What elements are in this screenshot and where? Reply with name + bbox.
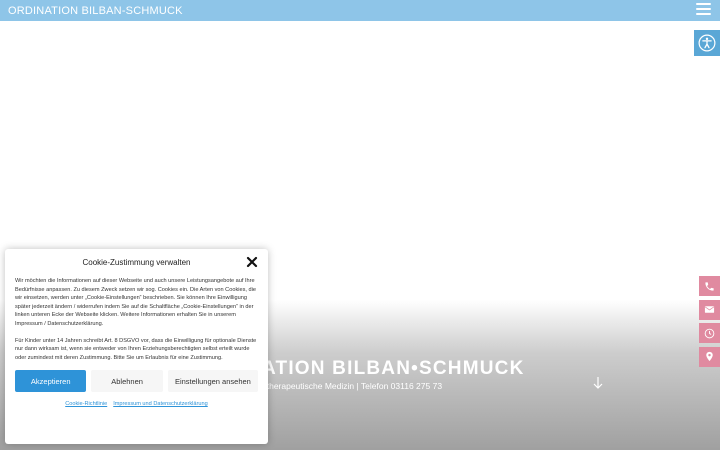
top-bar: ORDINATION BILBAN-SCHMUCK <box>0 0 720 21</box>
accessibility-button[interactable] <box>694 30 720 56</box>
cookie-text: Wir möchten die Informationen auf dieser… <box>15 277 258 362</box>
cookie-consent-dialog: Cookie-Zustimmung verwalten Wir möchten … <box>5 249 268 444</box>
phone-icon <box>705 281 714 291</box>
accept-button[interactable]: Akzeptieren <box>15 370 87 393</box>
cookie-header: Cookie-Zustimmung verwalten <box>15 249 258 275</box>
cookie-policy-link[interactable]: Cookie-Richtlinie <box>65 401 107 407</box>
clock-icon <box>704 328 715 338</box>
imprint-privacy-link[interactable]: Impressum und Datenschutzerklärung <box>113 401 208 407</box>
opening-hours-button[interactable] <box>699 323 720 343</box>
cookie-title: Cookie-Zustimmung verwalten <box>82 257 191 267</box>
mail-icon <box>704 306 715 313</box>
cookie-buttons: Akzeptieren Ablehnen Einstellungen anseh… <box>15 370 258 393</box>
deny-button[interactable]: Ablehnen <box>91 370 163 393</box>
accessibility-icon <box>698 34 716 52</box>
close-icon[interactable] <box>246 256 258 268</box>
view-preferences-button[interactable]: Einstellungen ansehen <box>167 370 258 393</box>
phone-button[interactable] <box>699 276 720 296</box>
side-contact-bar <box>699 276 720 370</box>
arrow-down-icon[interactable] <box>592 376 604 390</box>
hamburger-menu-icon[interactable] <box>696 3 711 17</box>
site-title[interactable]: ORDINATION BILBAN-SCHMUCK <box>8 5 183 17</box>
location-button[interactable] <box>699 346 720 367</box>
hero-title: ATION BILBAN•SCHMUCK <box>262 358 525 379</box>
location-pin-icon <box>706 351 713 362</box>
mail-button[interactable] <box>699 299 720 320</box>
cookie-text-paragraph: Wir möchten die Informationen auf dieser… <box>15 278 256 327</box>
cookie-links: Cookie-Richtlinie Impressum und Datensch… <box>15 401 258 407</box>
hero-subtitle: otherapeutische Medizin | Telefon 03116 … <box>262 381 443 391</box>
cookie-text-paragraph-children: Für Kinder unter 14 Jahren schreibt Art.… <box>15 337 257 361</box>
